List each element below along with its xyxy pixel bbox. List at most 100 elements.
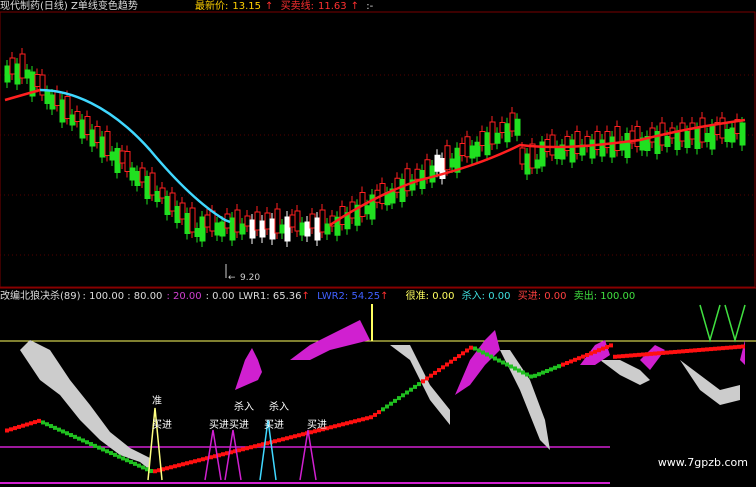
candle bbox=[219, 221, 226, 237]
header-trail: :- bbox=[366, 1, 374, 12]
lwr-dot bbox=[273, 439, 277, 444]
lwr-dot bbox=[81, 438, 85, 443]
lwr-dot bbox=[389, 401, 393, 406]
lwr-dot bbox=[525, 372, 529, 377]
indicator-v1: : 100.00 : 80.00 bbox=[82, 291, 163, 302]
lwr-dot bbox=[505, 362, 509, 367]
candle bbox=[259, 220, 266, 238]
candle bbox=[519, 147, 526, 165]
lwr-dot bbox=[361, 417, 365, 422]
lwr-dot bbox=[385, 404, 389, 409]
sell-value: 卖出: 100.00 bbox=[573, 291, 636, 302]
candle bbox=[314, 217, 321, 241]
lwr-dot bbox=[97, 445, 101, 450]
lwr-dot bbox=[693, 348, 697, 353]
lwr-dot bbox=[649, 351, 653, 356]
lwr-dot bbox=[721, 346, 725, 351]
lwr-dot bbox=[593, 349, 597, 354]
lwr-dot bbox=[705, 347, 709, 352]
lwr-dot bbox=[25, 422, 29, 427]
candle bbox=[684, 131, 691, 148]
candle bbox=[64, 96, 71, 119]
hen-value: 很准: 0.00 bbox=[405, 291, 455, 302]
indicator-panel: 准 买进 买进 买进 买进 杀入 杀入 买进 bbox=[0, 304, 756, 484]
lwr-dot bbox=[409, 387, 413, 392]
signal-label-zhun: 准 bbox=[152, 395, 162, 407]
lwr-dot bbox=[181, 462, 185, 467]
lwr-dot bbox=[549, 367, 553, 372]
buyline-label: 买卖线: bbox=[280, 1, 314, 12]
lwr-dot bbox=[53, 425, 57, 430]
candle bbox=[4, 65, 11, 83]
candle bbox=[594, 131, 601, 150]
lwr-dot bbox=[201, 457, 205, 462]
candle bbox=[189, 207, 196, 233]
lwr-dot bbox=[641, 352, 645, 357]
lwr-dot bbox=[369, 415, 373, 420]
candle bbox=[704, 133, 711, 142]
candle bbox=[709, 124, 716, 150]
candle bbox=[429, 165, 436, 183]
lwr-dot bbox=[725, 345, 729, 350]
lwr-dot bbox=[345, 421, 349, 426]
indicator-v2: : 20.00 bbox=[166, 291, 202, 302]
lwr-dot bbox=[189, 460, 193, 465]
candle bbox=[139, 167, 146, 183]
candle bbox=[564, 136, 571, 151]
lwr-dot bbox=[289, 435, 293, 440]
candle bbox=[239, 223, 246, 235]
signal-label-buy-5: 买进 bbox=[307, 419, 327, 431]
lwr-dot bbox=[717, 346, 721, 351]
lwr-dot bbox=[633, 353, 637, 358]
lwr-dot bbox=[113, 452, 117, 457]
candle bbox=[324, 223, 331, 235]
lwr-dot bbox=[397, 396, 401, 401]
latest-price-value: 13.15 bbox=[232, 1, 262, 12]
candle bbox=[279, 224, 286, 234]
candle bbox=[124, 151, 131, 172]
lwr-dot bbox=[109, 451, 113, 456]
low-price-marker: ← 9.20 bbox=[225, 264, 260, 283]
latest-price-label: 最新价: bbox=[195, 1, 229, 12]
lwr-dot bbox=[529, 374, 533, 379]
lwr-dot bbox=[537, 372, 541, 377]
lwr-dot bbox=[253, 444, 257, 449]
candle bbox=[34, 74, 41, 87]
candle bbox=[179, 202, 186, 220]
lwr-dot bbox=[585, 353, 589, 357]
lwr-dot bbox=[413, 384, 417, 389]
lwr-dot bbox=[377, 410, 381, 415]
candle bbox=[489, 121, 496, 145]
lwr-dot bbox=[357, 418, 361, 423]
candle bbox=[214, 222, 221, 236]
lwr-dot bbox=[697, 348, 701, 353]
lwr-dot bbox=[669, 350, 673, 355]
lwr-dot bbox=[513, 366, 517, 371]
lwr-dot bbox=[153, 469, 157, 474]
candle bbox=[479, 131, 486, 146]
lwr-dot bbox=[405, 390, 409, 395]
candle bbox=[689, 122, 696, 140]
signal-label-kill-2: 杀入 bbox=[269, 400, 289, 413]
candle bbox=[104, 131, 111, 156]
candle bbox=[509, 112, 516, 132]
lwr-dot bbox=[245, 446, 249, 451]
candle bbox=[534, 159, 541, 169]
lwr-dot bbox=[125, 458, 129, 463]
candle bbox=[89, 129, 96, 147]
lwr-dot bbox=[29, 421, 33, 426]
lwr-dot bbox=[401, 393, 405, 398]
lwr-dot bbox=[89, 442, 93, 447]
lwr-dot bbox=[433, 370, 437, 375]
lwr-dot bbox=[13, 426, 17, 431]
candle bbox=[309, 213, 316, 229]
signal-label-buy-4: 买进 bbox=[264, 419, 284, 431]
candle bbox=[724, 129, 731, 142]
buy-value: 买进: 0.00 bbox=[517, 291, 567, 302]
lwr-dot bbox=[77, 436, 81, 441]
lwr-dot bbox=[421, 379, 425, 384]
lwr-dot bbox=[61, 429, 65, 434]
lwr-dot bbox=[93, 443, 97, 448]
candle bbox=[284, 216, 291, 242]
lwr2-arrow: ↑ bbox=[380, 291, 389, 302]
